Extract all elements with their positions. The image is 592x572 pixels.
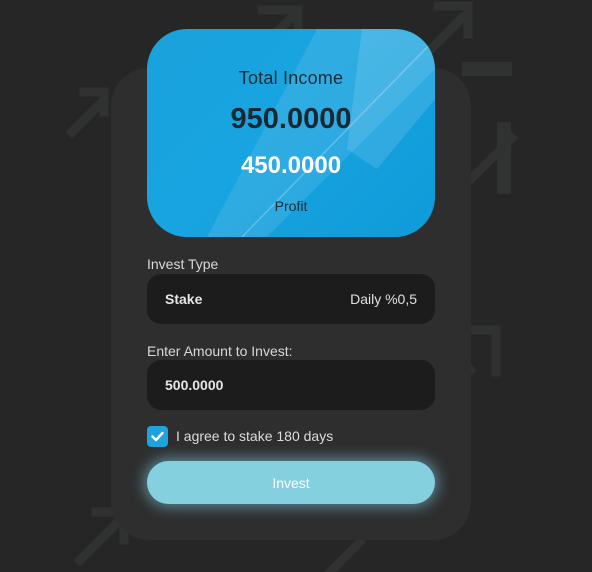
income-card: Total Income 950.0000 450.0000 Profit: [147, 29, 435, 237]
amount-label: Enter Amount to Invest:: [147, 343, 293, 359]
profit-label: Profit: [274, 198, 308, 214]
total-income-value: 950.0000: [230, 103, 352, 135]
card-title: Total Income: [238, 68, 344, 88]
invest-button[interactable]: Invest: [147, 461, 435, 504]
agree-text: I agree to stake 180 days: [176, 428, 334, 444]
amount-value: 500.0000: [165, 377, 224, 393]
profit-value: 450.0000: [240, 152, 342, 179]
agree-checkbox[interactable]: [147, 426, 168, 447]
check-icon: [151, 431, 164, 442]
invest-type-rate: Daily %0,5: [350, 291, 417, 307]
invest-type-name: Stake: [165, 291, 203, 307]
invest-type-select[interactable]: Stake Daily %0,5: [147, 274, 435, 324]
amount-input[interactable]: 500.0000: [147, 360, 435, 410]
invest-type-label: Invest Type: [147, 256, 219, 272]
